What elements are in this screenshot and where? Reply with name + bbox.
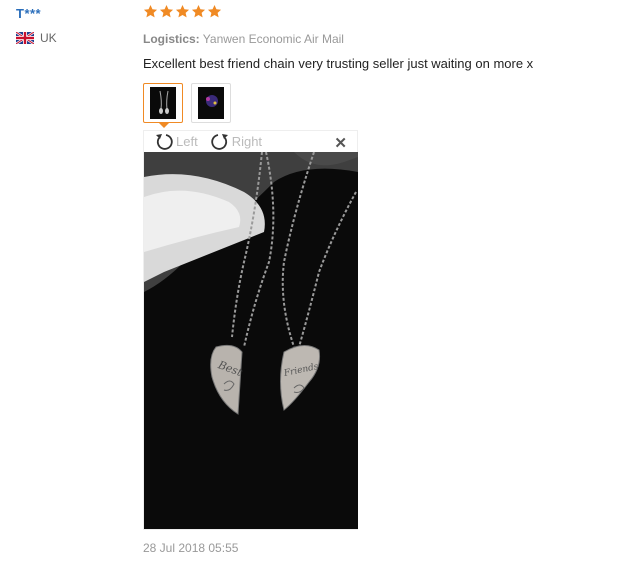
reviewer-country: UK: [16, 31, 126, 45]
star-icon: [175, 4, 190, 18]
review-date: 28 Jul 2018 05:55: [143, 541, 239, 555]
star-icon: [191, 4, 206, 18]
logistics-label: Logistics:: [143, 32, 200, 46]
rotate-right-button[interactable]: Right: [210, 133, 262, 151]
rotate-left-icon: [156, 133, 173, 150]
rotate-left-button[interactable]: Left: [154, 133, 198, 151]
reviewer-info: T*** UK: [16, 6, 126, 45]
uk-flag-icon: [16, 32, 34, 44]
star-icon: [207, 4, 222, 18]
logistics-value: Yanwen Economic Air Mail: [202, 32, 344, 46]
review-text: Excellent best friend chain very trustin…: [143, 56, 534, 71]
photo-thumbnail-1[interactable]: [143, 83, 183, 128]
star-icon: [159, 4, 174, 18]
review-body: Logistics: Yanwen Economic Air Mail Exce…: [143, 4, 613, 128]
viewer-toolbar: Left Right ✕: [144, 131, 357, 152]
photo-thumbnails: [143, 83, 613, 128]
review-photo: Best Friends: [144, 152, 358, 529]
rotate-right-label: Right: [231, 134, 263, 149]
rating-stars: [143, 4, 613, 22]
photo-thumbnail-2[interactable]: [191, 83, 231, 123]
reviewer-name: T***: [16, 6, 42, 21]
rotate-right-icon: [211, 133, 228, 150]
rotate-left-label: Left: [176, 134, 198, 149]
close-icon[interactable]: ✕: [334, 134, 347, 152]
logistics-info: Logistics: Yanwen Economic Air Mail: [143, 32, 613, 46]
star-icon: [143, 4, 158, 18]
country-label: UK: [40, 31, 57, 45]
photo-viewer: Left Right ✕ Best Friends: [143, 130, 358, 530]
